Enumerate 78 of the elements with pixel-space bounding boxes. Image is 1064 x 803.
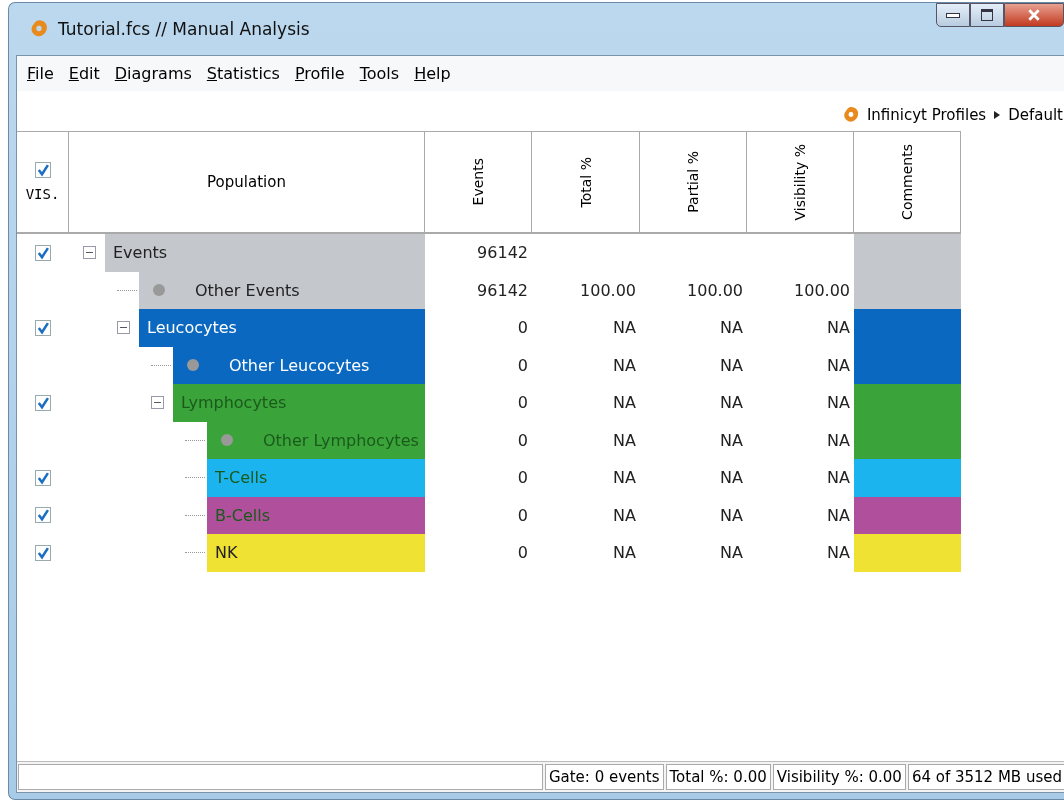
column-header[interactable]: Comments bbox=[899, 144, 915, 220]
status-panel: Visibility %: 0.00 bbox=[772, 764, 906, 790]
table-cell-text: NA bbox=[719, 467, 744, 490]
breadcrumb-arrow-icon bbox=[994, 111, 1001, 119]
dot-icon bbox=[153, 284, 165, 297]
table-cell-text: 100.00 bbox=[686, 279, 744, 302]
checkbox[interactable] bbox=[34, 162, 51, 178]
column-header[interactable]: Total % bbox=[577, 156, 594, 208]
table-cell-text: 0 bbox=[516, 392, 529, 415]
minimize-button[interactable] bbox=[936, 3, 970, 27]
window-title: Tutorial.fcs // Manual Analysis bbox=[58, 19, 310, 39]
checkbox[interactable] bbox=[35, 394, 51, 411]
table-cell-text: NA bbox=[719, 392, 744, 415]
profile-link[interactable]: Default bbox=[1008, 106, 1063, 124]
table-cell-text: 0 bbox=[516, 504, 529, 527]
table-cell-text: 0 bbox=[516, 354, 529, 377]
column-header[interactable]: Events bbox=[470, 158, 486, 206]
table-cell-text: NA bbox=[612, 392, 637, 415]
table-cell-text: 100.00 bbox=[579, 279, 637, 302]
menu-item[interactable]: Statistics bbox=[206, 64, 280, 83]
maximize-button[interactable] bbox=[970, 3, 1004, 27]
table-cell-text: 100.00 bbox=[793, 279, 851, 302]
table-cell-text: 96142 bbox=[476, 279, 529, 302]
checkbox[interactable] bbox=[35, 544, 51, 561]
table-cell-text: NA bbox=[612, 429, 637, 452]
table-cell-text: NA bbox=[719, 429, 744, 452]
column-header[interactable]: Partial % bbox=[685, 151, 701, 213]
table-cell-text: NA bbox=[826, 392, 851, 415]
menu-item[interactable]: Diagrams bbox=[114, 64, 192, 83]
table-cell-text: NA bbox=[719, 504, 744, 527]
status-panel: Total %: 0.00 bbox=[665, 764, 771, 790]
population-label[interactable]: Events bbox=[105, 234, 425, 272]
table-cell-text: NA bbox=[612, 542, 637, 565]
table-cell-text: NA bbox=[612, 504, 637, 527]
checkbox[interactable] bbox=[35, 244, 51, 261]
population-label[interactable]: Other Events bbox=[139, 271, 425, 309]
dot-icon bbox=[221, 434, 233, 447]
table-cell-text: NA bbox=[612, 467, 637, 490]
column-header[interactable]: Population bbox=[207, 173, 286, 191]
table-cell-text: NA bbox=[719, 317, 744, 340]
table-cell-text: 0 bbox=[516, 429, 529, 452]
dot-icon bbox=[187, 359, 199, 372]
checkbox[interactable] bbox=[35, 507, 51, 524]
column-header[interactable]: Visibility % bbox=[792, 143, 808, 221]
menu-item[interactable]: File bbox=[27, 64, 54, 83]
population-label[interactable]: T-Cells bbox=[207, 459, 425, 497]
column-header: VIS. bbox=[25, 186, 60, 202]
menu-item[interactable]: Help bbox=[414, 64, 451, 83]
table-cell-text: NA bbox=[826, 504, 851, 527]
profiles-link[interactable]: Infinicyt Profiles bbox=[866, 106, 987, 124]
collapse-icon[interactable] bbox=[150, 396, 164, 410]
checkbox[interactable] bbox=[35, 469, 51, 486]
table-cell-text: 0 bbox=[516, 467, 529, 490]
status-panel: 64 of 3512 MB used bbox=[907, 764, 1064, 790]
table-cell-text: NA bbox=[826, 317, 851, 340]
close-icon bbox=[1027, 8, 1041, 22]
menu-item[interactable]: Profile bbox=[294, 64, 345, 83]
status-panel: Gate: 0 events bbox=[544, 764, 664, 790]
table-cell-text: NA bbox=[826, 467, 851, 490]
table-cell-text: NA bbox=[719, 354, 744, 377]
table-cell-text: 0 bbox=[516, 542, 529, 565]
collapse-icon[interactable] bbox=[82, 246, 96, 260]
population-label[interactable]: Other Leucocytes bbox=[173, 346, 425, 384]
table-cell-text: NA bbox=[826, 354, 851, 377]
checkbox[interactable] bbox=[35, 319, 51, 336]
menu-item[interactable]: Edit bbox=[68, 64, 100, 83]
table-cell-text: NA bbox=[826, 542, 851, 565]
table-cell-text: NA bbox=[612, 354, 637, 377]
table-cell-text: 0 bbox=[516, 317, 529, 340]
population-label[interactable]: NK bbox=[207, 534, 425, 572]
table-cell-text: 96142 bbox=[476, 242, 529, 265]
table-cell-text: NA bbox=[719, 542, 744, 565]
menu-item[interactable]: Tools bbox=[359, 64, 400, 83]
close-button[interactable] bbox=[1004, 3, 1064, 27]
table-cell-text: NA bbox=[826, 429, 851, 452]
table-cell-text: NA bbox=[612, 317, 637, 340]
collapse-icon[interactable] bbox=[116, 321, 130, 335]
population-label[interactable]: Leucocytes bbox=[139, 309, 425, 347]
